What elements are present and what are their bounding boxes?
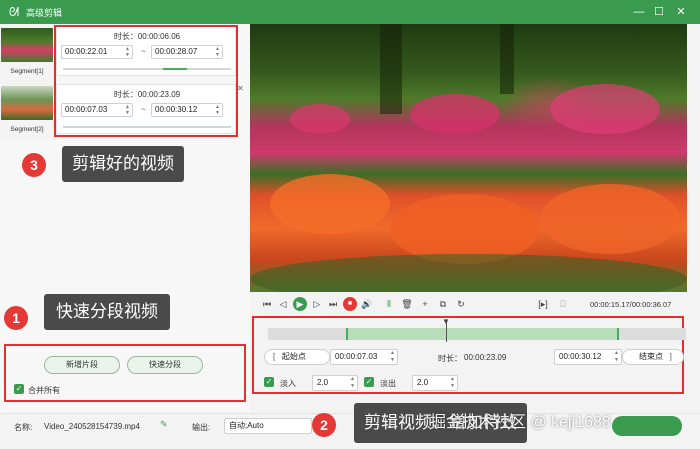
segment-label-1: Segment[1] bbox=[10, 68, 44, 75]
fade-in-field[interactable]: 2.0 ▲ ▼ bbox=[312, 375, 358, 391]
annotation-badge-2: 2 bbox=[312, 413, 336, 437]
merge-all-checkbox[interactable]: ✓ bbox=[14, 384, 24, 394]
output-label: 输出: bbox=[192, 423, 211, 432]
fade-out-checkbox[interactable]: ✓ bbox=[364, 377, 374, 387]
volume-icon[interactable]: 🔊 bbox=[360, 297, 374, 311]
fade-out-field[interactable]: 2.0 ▲ ▼ bbox=[412, 375, 458, 391]
rotate-icon[interactable]: ↻ bbox=[454, 297, 468, 311]
fade-out-label: 淡出 bbox=[380, 379, 396, 388]
segment-thumbnail-1[interactable] bbox=[1, 28, 53, 62]
time-display: 00:00:15.17/00:00:36.07 bbox=[590, 300, 672, 309]
prev-frame-icon[interactable]: ◁ bbox=[276, 297, 290, 311]
annotation-callout-1: 快速分段视频 bbox=[44, 294, 170, 330]
watermark: 掘金技术社区 @ keji1688 bbox=[430, 414, 611, 431]
rabbit-logo-icon: ᘛ bbox=[8, 5, 20, 19]
next-frame-icon[interactable]: ▷ bbox=[310, 297, 324, 311]
filename: Video_240528154739.mp4 bbox=[44, 422, 140, 431]
edit-name-icon[interactable]: ✎ bbox=[160, 419, 168, 430]
minimize-icon[interactable]: — bbox=[630, 3, 648, 21]
maximize-icon[interactable]: ☐ bbox=[650, 3, 668, 21]
title-bar: ᘛ 高级剪辑 — ☐ ✕ bbox=[0, 0, 700, 24]
skip-start-icon[interactable]: ⏮ bbox=[260, 297, 274, 311]
segment-close-icon[interactable]: ✕ bbox=[237, 84, 244, 93]
window-title: 高级剪辑 bbox=[26, 8, 63, 18]
name-label: 名称: bbox=[14, 423, 33, 432]
add-icon[interactable]: + bbox=[418, 297, 432, 311]
stop-button[interactable]: ■ bbox=[343, 297, 357, 311]
video-preview[interactable] bbox=[250, 24, 687, 292]
playhead-marker-icon[interactable]: ▼ bbox=[442, 318, 450, 326]
quick-split-button[interactable]: 快速分段 bbox=[127, 356, 203, 374]
mark-in-icon[interactable]: [▸] bbox=[536, 297, 550, 311]
annotation-callout-3: 剪辑好的视频 bbox=[62, 146, 184, 182]
play-button[interactable]: ▶ bbox=[293, 297, 307, 311]
skip-end-icon[interactable]: ⏭ bbox=[326, 297, 340, 311]
trim-duration-label: 时长： bbox=[438, 354, 462, 363]
output-select[interactable]: 自动;Auto bbox=[224, 418, 312, 434]
export-button[interactable] bbox=[612, 416, 682, 436]
segment-label-2: Segment[2] bbox=[10, 126, 44, 133]
delete-icon[interactable]: 🗑 bbox=[400, 297, 414, 311]
set-start-button[interactable]: [ 起始点 bbox=[264, 349, 330, 365]
copy-icon[interactable]: ⧉ bbox=[436, 297, 450, 311]
player-controls: ⏮ ◁ ▶ ▷ ⏭ ■ 🔊 ⫴ 🗑 + ⧉ ↻ [▸] ⌼ 00:00:15.1… bbox=[250, 292, 700, 316]
split-icon[interactable]: ⫴ bbox=[382, 297, 396, 311]
mark-out-icon[interactable]: ⌼ bbox=[556, 297, 570, 311]
start-time-field[interactable]: 00:00:07.03 ▲ ▼ bbox=[330, 349, 398, 365]
close-icon[interactable]: ✕ bbox=[672, 3, 690, 21]
segment-thumbnail-2[interactable] bbox=[1, 86, 53, 120]
timeline-selection[interactable] bbox=[346, 328, 619, 340]
highlight-box-segments bbox=[54, 25, 238, 137]
annotation-badge-1: 1 bbox=[4, 306, 28, 330]
annotation-badge-3: 3 bbox=[22, 153, 46, 177]
new-segment-button[interactable]: 新增片段 bbox=[44, 356, 120, 374]
end-time-field[interactable]: 00:00:30.12 ▲ ▼ bbox=[554, 349, 622, 365]
set-end-button[interactable]: 结束点 ] bbox=[622, 349, 684, 365]
fade-in-label: 淡入 bbox=[280, 379, 296, 388]
trim-duration-value: 00:00:23.09 bbox=[464, 353, 507, 362]
fade-in-checkbox[interactable]: ✓ bbox=[264, 377, 274, 387]
merge-all-label: 合并所有 bbox=[28, 386, 60, 395]
